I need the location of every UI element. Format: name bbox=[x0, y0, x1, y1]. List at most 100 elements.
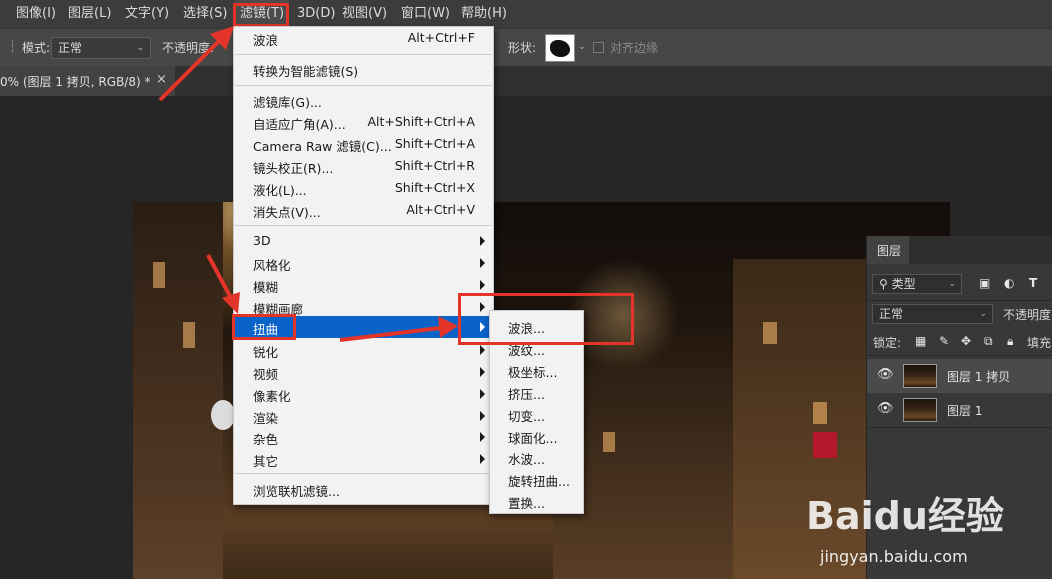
window-light bbox=[763, 322, 777, 344]
chevron-down-icon: ⌄ bbox=[948, 279, 956, 289]
menu-image[interactable]: 图像(I) bbox=[16, 0, 56, 28]
layer-row[interactable]: 👁︎ 图层 1 bbox=[867, 393, 1052, 427]
submenu-item-label: 切变... bbox=[508, 409, 545, 424]
menu-separator bbox=[235, 85, 492, 86]
submenu-arrow-icon bbox=[480, 367, 485, 377]
blend-mode-select[interactable]: 正常 ⌄ bbox=[872, 304, 993, 324]
submenu-item-label: 挤压... bbox=[508, 387, 545, 402]
mode-value: 正常 bbox=[58, 41, 83, 55]
lock-transparent-pixels-icon[interactable]: ▦ bbox=[915, 334, 926, 348]
submenu-item-pinch[interactable]: 挤压... bbox=[490, 380, 583, 402]
chevron-down-icon: ⌄ bbox=[979, 309, 987, 319]
menu-item-label: 3D bbox=[253, 233, 271, 248]
menu-item-label: 浏览联机滤镜... bbox=[253, 484, 340, 499]
menu-separator bbox=[235, 225, 492, 226]
adjustment-filter-icon[interactable]: ◐ bbox=[1004, 276, 1014, 290]
menu-item-stylize[interactable]: 风格化 bbox=[234, 252, 493, 274]
submenu-item-twirl[interactable]: 旋转扭曲... bbox=[490, 467, 583, 489]
submenu-arrow-icon bbox=[480, 258, 485, 268]
menu-item-noise[interactable]: 杂色 bbox=[234, 426, 493, 448]
submenu-item-spherize[interactable]: 球面化... bbox=[490, 424, 583, 446]
menu-item-shortcut: Alt+Ctrl+V bbox=[406, 202, 475, 217]
window-light bbox=[153, 262, 165, 288]
shape-picker[interactable] bbox=[545, 34, 575, 62]
submenu-item-displace[interactable]: 置换... bbox=[490, 489, 583, 511]
menu-select[interactable]: 选择(S) bbox=[183, 0, 227, 28]
tab-layers-label: 图层 bbox=[877, 244, 902, 258]
menu-item-pixelate[interactable]: 像素化 bbox=[234, 383, 493, 405]
menu-item-shortcut: Alt+Shift+Ctrl+A bbox=[367, 114, 475, 129]
align-edges-checkbox[interactable] bbox=[593, 42, 604, 53]
menu-item-liquify[interactable]: 液化(L)... Shift+Ctrl+X bbox=[234, 177, 493, 199]
menu-item-browse-filters-online[interactable]: 浏览联机滤镜... bbox=[234, 478, 493, 500]
lock-label: 锁定: bbox=[873, 336, 902, 350]
eye-icon[interactable]: 👁︎ bbox=[877, 367, 894, 382]
menu-item-label: 镜头校正(R)... bbox=[253, 161, 334, 176]
menu-item-label: 模糊 bbox=[253, 280, 279, 295]
close-icon[interactable]: × bbox=[156, 72, 167, 87]
menu-item-camera-raw[interactable]: Camera Raw 滤镜(C)... Shift+Ctrl+A bbox=[234, 133, 493, 155]
menu-item-label: 波浪 bbox=[253, 33, 279, 48]
menu-item-sharpen[interactable]: 锐化 bbox=[234, 339, 493, 361]
filter-menu-highlight-box bbox=[233, 3, 289, 27]
opacity-label: 不透明度: bbox=[162, 41, 215, 55]
submenu-arrow-icon bbox=[480, 432, 485, 442]
menu-item-label: 像素化 bbox=[253, 389, 291, 404]
menu-item-blur[interactable]: 模糊 bbox=[234, 274, 493, 296]
submenu-item-label: 极坐标... bbox=[508, 365, 558, 380]
menu-item-label: 滤镜库(G)... bbox=[253, 95, 322, 110]
speed-sign bbox=[211, 400, 235, 430]
menu-item-last-filter[interactable]: 波浪 Alt+Ctrl+F bbox=[234, 27, 493, 49]
lock-all-icon[interactable]: 🔒︎ bbox=[1007, 334, 1013, 349]
lock-image-pixels-icon[interactable]: ✎ bbox=[939, 334, 949, 348]
menu-window[interactable]: 窗口(W) bbox=[401, 0, 450, 28]
image-filter-icon[interactable]: ▣ bbox=[979, 276, 990, 290]
menu-item-shortcut: Shift+Ctrl+R bbox=[394, 158, 475, 173]
chevron-down-icon[interactable]: ⌄ bbox=[578, 42, 586, 52]
menu-type[interactable]: 文字(Y) bbox=[125, 0, 169, 28]
menu-3d[interactable]: 3D(D) bbox=[297, 0, 335, 28]
watermark-url: jingyan.baidu.com bbox=[820, 547, 968, 566]
menu-item-label: 风格化 bbox=[253, 258, 291, 273]
submenu-arrow-icon bbox=[480, 236, 485, 246]
eye-icon[interactable]: 👁︎ bbox=[877, 401, 894, 416]
red-sign bbox=[813, 432, 837, 458]
document-tab[interactable]: 0% (图层 1 拷贝, RGB/8) * × bbox=[0, 66, 175, 96]
layer-name: 图层 1 拷贝 bbox=[947, 370, 1011, 384]
menu-layer[interactable]: 图层(L) bbox=[68, 0, 111, 28]
submenu-arrow-icon bbox=[480, 280, 485, 290]
menu-item-label: 锐化 bbox=[253, 345, 279, 360]
mode-label: 模式: bbox=[22, 41, 51, 55]
menu-item-vanishing-point[interactable]: 消失点(V)... Alt+Ctrl+V bbox=[234, 199, 493, 221]
menu-help[interactable]: 帮助(H) bbox=[461, 0, 507, 28]
tab-layers[interactable]: 图层 bbox=[867, 236, 909, 264]
lock-position-icon[interactable]: ✥ bbox=[961, 334, 971, 348]
mode-select[interactable]: 正常 ⌄ bbox=[51, 37, 151, 59]
menu-item-other[interactable]: 其它 bbox=[234, 448, 493, 470]
submenu-item-polar-coordinates[interactable]: 极坐标... bbox=[490, 358, 583, 380]
panel-divider bbox=[867, 300, 1052, 301]
menu-item-label: 渲染 bbox=[253, 411, 279, 426]
menu-item-adaptive-wide-angle[interactable]: 自适应广角(A)... Alt+Shift+Ctrl+A bbox=[234, 111, 493, 133]
menu-item-render[interactable]: 渲染 bbox=[234, 405, 493, 427]
menu-item-video[interactable]: 视频 bbox=[234, 361, 493, 383]
submenu-item-label: 水波... bbox=[508, 452, 545, 467]
align-edges-label: 对齐边缘 bbox=[610, 41, 659, 55]
menu-item-3d[interactable]: 3D bbox=[234, 230, 493, 252]
submenu-arrow-icon bbox=[480, 389, 485, 399]
options-bar: ┆ 模式: 正常 ⌄ 不透明度: 形状: ⌄ 对齐边缘 bbox=[0, 28, 1052, 66]
menu-item-convert-smart-filters[interactable]: 转换为智能滤镜(S) bbox=[234, 58, 493, 80]
type-filter-icon[interactable]: T bbox=[1029, 276, 1037, 290]
menu-item-lens-correction[interactable]: 镜头校正(R)... Shift+Ctrl+R bbox=[234, 155, 493, 177]
layer-name: 图层 1 bbox=[947, 404, 983, 418]
menu-view[interactable]: 视图(V) bbox=[342, 0, 387, 28]
artboard-lock-icon[interactable]: ⧉ bbox=[984, 334, 993, 349]
menu-item-label: 其它 bbox=[253, 454, 279, 469]
submenu-item-zigzag[interactable]: 水波... bbox=[490, 445, 583, 467]
layer-filter-kind-select[interactable]: ⚲ 类型 ⌄ bbox=[872, 274, 962, 294]
submenu-item-shear[interactable]: 切变... bbox=[490, 402, 583, 424]
window-light bbox=[813, 402, 827, 424]
layer-row[interactable]: 👁︎ 图层 1 拷贝 bbox=[867, 359, 1052, 393]
submenu-arrow-icon bbox=[480, 345, 485, 355]
menu-item-filter-gallery[interactable]: 滤镜库(G)... bbox=[234, 89, 493, 111]
